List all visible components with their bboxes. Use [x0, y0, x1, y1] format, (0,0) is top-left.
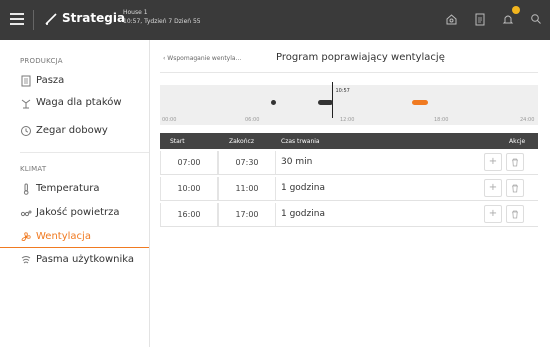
sidebar: PRODUKCJA Pasza Waga dla ptaków Zegar do… — [0, 40, 150, 347]
plus-icon[interactable]: + — [484, 179, 502, 197]
timeline-tick: 06:00 — [245, 117, 260, 123]
end-time-field[interactable]: 07:30 — [218, 151, 276, 174]
sidebar-item-label: Zegar dobowy — [36, 125, 108, 136]
start-time-value: 07:00 — [177, 158, 201, 167]
column-header-actions: Akcje — [509, 138, 526, 145]
house-info: 10:57, Tydzień 7 Dzień 55 — [123, 18, 201, 25]
timeline-tick: 00:00 — [162, 117, 177, 123]
search-icon[interactable] — [530, 13, 542, 25]
table-row: 07:00 07:30 30 min + — [160, 150, 538, 175]
user-band-icon — [21, 256, 31, 264]
sidebar-item-pasza[interactable]: Pasza — [0, 70, 149, 92]
timeline-tick: 12:00 — [340, 117, 355, 123]
end-time-value: 11:00 — [235, 184, 259, 193]
current-time-marker — [332, 82, 334, 118]
sidebar-item-temperatura[interactable]: Temperatura — [0, 178, 149, 200]
top-bar-divider — [33, 10, 34, 30]
end-time-field[interactable]: 17:00 — [218, 203, 276, 226]
clock-icon — [21, 126, 31, 136]
column-header-end: Zakończ — [229, 138, 254, 145]
duration-value: 1 godzina — [281, 183, 325, 193]
end-time-value: 07:30 — [235, 158, 259, 167]
strategia-logo-icon — [45, 13, 57, 25]
start-time-value: 10:00 — [177, 184, 201, 193]
sidebar-item-wentylacja[interactable]: Wentylacja — [0, 226, 149, 248]
timeline-schedule-bar[interactable] — [412, 100, 428, 105]
plus-icon[interactable]: + — [484, 205, 502, 223]
table-row: 10:00 11:00 1 godzina + — [160, 176, 538, 201]
duration-value: 1 godzina — [281, 209, 325, 219]
end-time-value: 17:00 — [235, 210, 259, 219]
plus-icon[interactable]: + — [484, 153, 502, 171]
page-title: Program poprawiający wentylację — [276, 52, 445, 63]
sidebar-item-label: Pasma użytkownika — [36, 254, 134, 265]
start-time-field[interactable]: 10:00 — [160, 177, 218, 200]
sidebar-item-jakosc-powietrza[interactable]: Jakość powietrza — [0, 202, 149, 224]
house-selector[interactable]: House 1 10:57, Tydzień 7 Dzień 55 — [123, 8, 201, 26]
sidebar-item-label: Temperatura — [36, 183, 100, 194]
top-bar: Strategia House 1 10:57, Tydzień 7 Dzień… — [0, 0, 550, 40]
sidebar-item-zegar[interactable]: Zegar dobowy — [0, 120, 149, 142]
sidebar-item-label: Wentylacja — [36, 231, 91, 242]
sidebar-item-label: Pasza — [36, 75, 65, 86]
sidebar-item-label: Jakość powietrza — [36, 207, 120, 218]
feed-icon — [21, 75, 31, 87]
start-time-value: 16:00 — [177, 210, 201, 219]
home-icon[interactable] — [445, 13, 458, 26]
timeline-schedule-bar[interactable] — [271, 100, 277, 105]
table-header: Start Zakończ Czas trwania Akcje — [160, 133, 538, 149]
trash-icon[interactable] — [506, 153, 524, 171]
column-header-duration: Czas trwania — [281, 138, 320, 145]
section-label-klimat: KLIMAT — [20, 165, 47, 173]
table-row: 16:00 17:00 1 godzina + — [160, 202, 538, 227]
thermometer-icon — [23, 183, 29, 195]
scale-icon — [21, 99, 31, 109]
start-time-field[interactable]: 07:00 — [160, 151, 218, 174]
timeline-schedule-bar[interactable] — [317, 100, 334, 105]
timeline-tick: 18:00 — [434, 117, 449, 123]
house-name: House 1 — [123, 9, 148, 16]
trash-icon[interactable] — [506, 205, 524, 223]
main-content: ‹ Wspomaganie wentyla... Program poprawi… — [150, 40, 550, 347]
trash-icon[interactable] — [506, 179, 524, 197]
document-icon[interactable] — [474, 13, 486, 26]
bell-icon[interactable] — [502, 13, 514, 26]
air-quality-icon — [20, 210, 32, 217]
sidebar-item-label: Waga dla ptaków — [36, 97, 122, 108]
sidebar-item-waga[interactable]: Waga dla ptaków — [0, 92, 149, 114]
section-label-produkcja: PRODUKCJA — [20, 57, 63, 65]
timeline-tick: 24:00 — [520, 117, 535, 123]
column-header-start: Start — [170, 138, 185, 145]
menu-icon[interactable] — [10, 13, 24, 25]
sidebar-item-pasma-uzytkownika[interactable]: Pasma użytkownika — [0, 249, 149, 271]
ventilation-icon — [21, 232, 31, 242]
duration-value: 30 min — [281, 157, 313, 167]
start-time-field[interactable]: 16:00 — [160, 203, 218, 226]
breadcrumb[interactable]: ‹ Wspomaganie wentyla... — [163, 55, 241, 62]
header-divider — [160, 72, 538, 73]
sidebar-divider — [20, 152, 149, 153]
current-time-label: 10:57 — [335, 88, 350, 94]
end-time-field[interactable]: 11:00 — [218, 177, 276, 200]
notification-badge — [512, 6, 520, 14]
app-title: Strategia — [62, 11, 126, 25]
schedule-timeline[interactable]: 00:00 06:00 12:00 18:00 24:00 10:57 — [160, 82, 538, 125]
